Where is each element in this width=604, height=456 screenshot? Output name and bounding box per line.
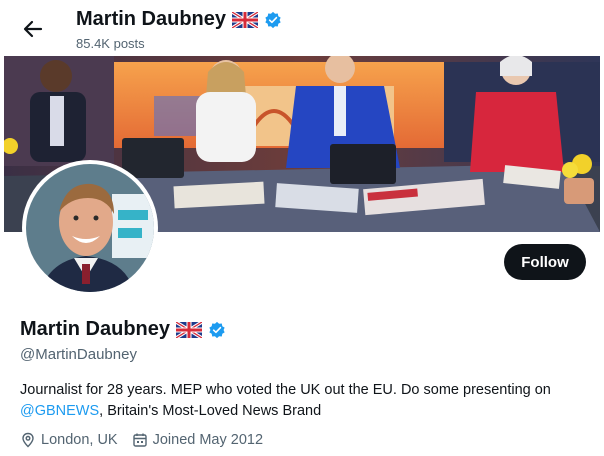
uk-flag-icon <box>232 11 259 28</box>
location-pin-icon <box>22 432 34 448</box>
bio-text-end: , Britain's Most-Loved News Brand <box>99 403 322 419</box>
bio-mention-link[interactable]: @GBNEWS <box>20 403 99 419</box>
profile-name-row: Martin Daubney <box>20 318 226 341</box>
back-arrow-icon <box>23 20 43 38</box>
follow-button[interactable]: Follow <box>504 244 586 280</box>
profile-meta: London, UK Joined May 2012 <box>20 432 263 448</box>
header-display-name: Martin Daubney <box>76 8 227 30</box>
uk-flag-icon <box>176 321 203 338</box>
verified-badge-icon <box>265 11 281 28</box>
top-header: Martin Daubney 85.4K posts <box>4 0 600 56</box>
location-text: London, UK <box>41 432 118 448</box>
header-name-row: Martin Daubney <box>76 8 282 31</box>
location-item: London, UK <box>20 432 118 448</box>
profile-handle: @MartinDaubney <box>20 346 137 363</box>
calendar-icon <box>132 433 147 447</box>
bio-text: Journalist for 28 years. MEP who voted t… <box>20 382 551 398</box>
back-button[interactable] <box>18 14 48 44</box>
joined-text: Joined May 2012 <box>152 432 264 448</box>
profile-bio: Journalist for 28 years. MEP who voted t… <box>20 380 590 422</box>
profile-avatar[interactable] <box>22 160 158 296</box>
posts-count: 85.4K posts <box>76 36 145 51</box>
avatar-image <box>26 164 154 292</box>
joined-item: Joined May 2012 <box>132 432 263 448</box>
verified-badge-icon[interactable] <box>208 321 226 339</box>
profile-display-name: Martin Daubney <box>20 318 171 340</box>
profile-page: Martin Daubney 85.4K posts Follow Martin… <box>4 0 600 456</box>
